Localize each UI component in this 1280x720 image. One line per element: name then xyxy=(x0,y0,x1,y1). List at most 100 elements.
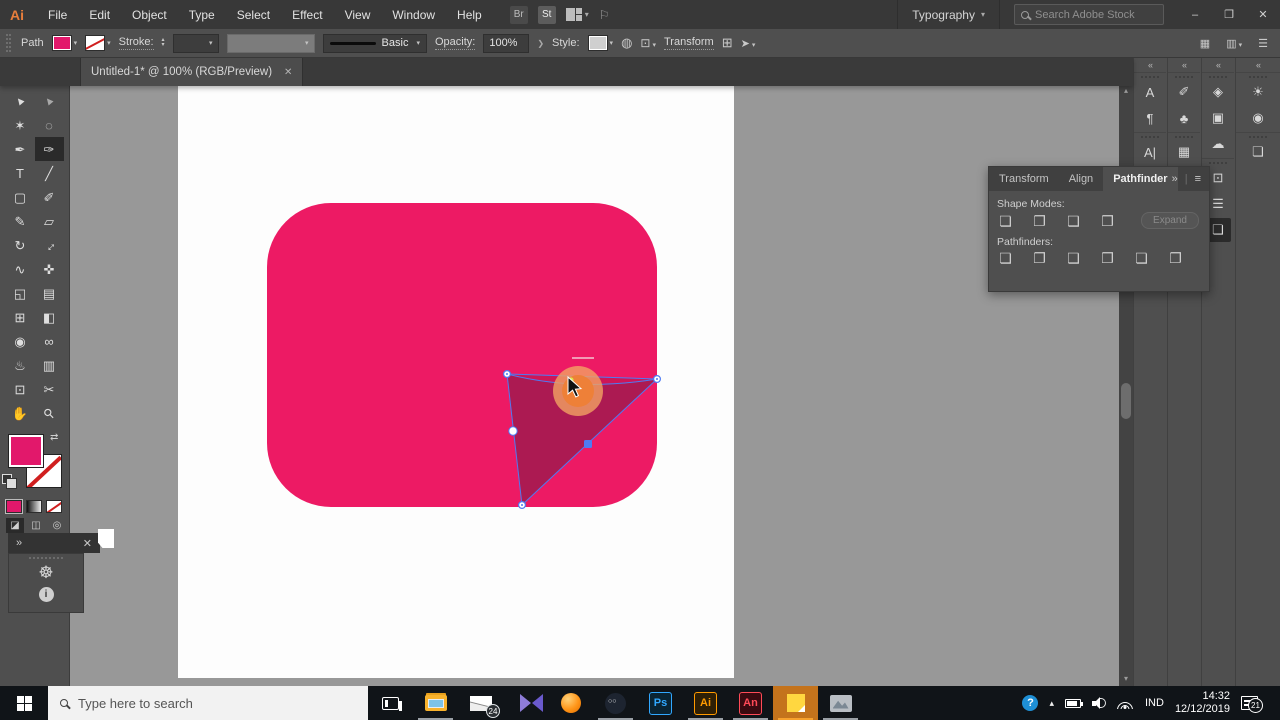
help-icon[interactable]: ? xyxy=(1022,695,1039,711)
perspective-grid-tool[interactable]: ▤ xyxy=(35,281,64,305)
select-similar-icon[interactable]: ➤ ▾ xyxy=(741,37,756,50)
orange-ball-app-icon[interactable] xyxy=(548,686,593,720)
symbol-sprayer-tool[interactable]: ♨ xyxy=(6,353,35,377)
hand-tool[interactable]: ✋ xyxy=(6,401,35,425)
properties-icon[interactable]: ▥ ▾ xyxy=(1226,37,1242,50)
curvature-tool[interactable]: ✑ xyxy=(34,137,64,161)
none-button[interactable] xyxy=(46,500,62,513)
eraser-tool[interactable]: ▱ xyxy=(35,209,64,233)
battery-icon[interactable] xyxy=(1064,698,1084,708)
intersect-button[interactable]: ❑ xyxy=(1065,213,1082,229)
taskbar-search[interactable] xyxy=(48,686,368,720)
tab-align[interactable]: Align xyxy=(1059,167,1103,191)
close-tab-icon[interactable]: ✕ xyxy=(284,67,292,78)
stroke-label[interactable]: Stroke: xyxy=(118,36,154,50)
taskbar-search-input[interactable] xyxy=(78,695,318,711)
photoshop-icon[interactable]: Ps xyxy=(638,686,683,720)
exclude-button[interactable]: ❒ xyxy=(1099,213,1116,229)
graph-tool[interactable]: ▥ xyxy=(35,353,64,377)
artboard-tool[interactable]: ⊡ xyxy=(6,377,35,401)
stroke-weight-stepper[interactable]: ▴ ▾ xyxy=(162,37,165,48)
trim-button[interactable]: ❐ xyxy=(1031,250,1048,266)
opacity-expand-icon[interactable]: ❯ xyxy=(537,39,544,48)
collapse-panel-icon[interactable]: » xyxy=(1172,173,1178,185)
sticky-notes-icon[interactable] xyxy=(773,686,818,720)
illustrator-icon[interactable]: Ai xyxy=(683,686,728,720)
arrange-documents-button[interactable]: ▾ xyxy=(565,8,589,21)
photo-viewer-icon[interactable] xyxy=(818,686,863,720)
bridge-icon[interactable]: Br xyxy=(509,5,528,24)
graphic-style-control[interactable]: ▾ xyxy=(587,35,613,51)
glyphs-icon[interactable]: ▦ xyxy=(1171,140,1197,164)
transform-link[interactable]: Transform xyxy=(663,36,714,50)
wheel-icon[interactable]: ☸ xyxy=(38,563,53,583)
character-styles-icon[interactable]: A xyxy=(1137,80,1163,104)
document-setup-icon[interactable]: ◍ xyxy=(621,35,632,51)
tab-pathfinder[interactable]: Pathfinder xyxy=(1103,167,1178,191)
draw-inside-button[interactable]: ◎ xyxy=(48,518,66,533)
appearance-icon[interactable]: ❏ xyxy=(1245,140,1271,164)
gradient-button[interactable] xyxy=(26,500,42,513)
kmplayer-icon[interactable] xyxy=(503,686,548,720)
mail-icon[interactable]: 24 xyxy=(458,686,503,720)
brush-definition[interactable]: Basic ▾ xyxy=(322,33,427,53)
adobe-stock-search-input[interactable] xyxy=(1035,8,1153,21)
type-tool[interactable]: T xyxy=(6,161,35,185)
brushes-icon[interactable]: ✐ xyxy=(1171,80,1197,104)
outline-button[interactable]: ❏ xyxy=(1133,250,1150,266)
speaker-icon[interactable] xyxy=(1091,697,1106,709)
asset-export-icon[interactable]: ▣ xyxy=(1205,106,1231,130)
stock-icon[interactable]: St xyxy=(537,5,556,24)
graphic-style-swatch[interactable] xyxy=(587,35,608,51)
canvas-area[interactable]: ▴ ▾ xyxy=(70,86,1133,686)
layers-icon[interactable]: ◈ xyxy=(1205,80,1231,104)
crop-button[interactable]: ❒ xyxy=(1099,250,1116,266)
opacity-label[interactable]: Opacity: xyxy=(434,36,476,50)
symbols-icon[interactable]: ♣ xyxy=(1171,106,1197,130)
animate-icon[interactable]: An xyxy=(728,686,773,720)
language-indicator[interactable]: IND xyxy=(1145,697,1164,709)
tray-chevron-icon[interactable]: ▴ xyxy=(1049,698,1054,709)
puppet-warp-tool[interactable]: ✜ xyxy=(35,257,64,281)
cc-libraries-icon[interactable]: ☁ xyxy=(1205,132,1231,156)
panel-menu-icon[interactable]: ≡ xyxy=(1195,173,1201,185)
workspace-switcher[interactable]: Typography ▾ xyxy=(897,0,1000,29)
paintbrush-tool[interactable]: ✐ xyxy=(35,185,64,209)
line-segment-tool[interactable]: ╱ xyxy=(35,161,64,185)
file-explorer-icon[interactable] xyxy=(413,686,458,720)
draw-normal-button[interactable]: ◪ xyxy=(6,518,24,533)
close-button[interactable]: ✕ xyxy=(1246,0,1280,29)
task-view-button[interactable] xyxy=(368,686,413,720)
collapse-dock-icon[interactable]: « xyxy=(1168,58,1200,72)
character-panel-icon[interactable]: A| xyxy=(1137,140,1163,164)
start-button[interactable] xyxy=(0,686,48,720)
adobe-stock-search[interactable] xyxy=(1014,4,1164,25)
rectangle-tool[interactable]: ▢ xyxy=(6,185,35,209)
magic-wand-tool[interactable]: ✶ xyxy=(6,113,35,137)
fill-color-box[interactable] xyxy=(8,434,44,468)
align-icon[interactable]: ⊞ xyxy=(722,35,733,51)
merge-button[interactable]: ❑ xyxy=(1065,250,1082,266)
zoom-tool[interactable]: ⚲ xyxy=(35,401,64,425)
rotate-tool[interactable]: ↻ xyxy=(6,233,35,257)
direct-selection-tool[interactable]: ▲ xyxy=(35,89,64,113)
info-icon[interactable]: i xyxy=(38,587,54,602)
notification-icon[interactable]: 21 xyxy=(1241,696,1263,713)
minus-back-button[interactable]: ❐ xyxy=(1167,250,1184,266)
width-tool[interactable]: ∿ xyxy=(6,257,35,281)
selection-tool[interactable]: ▲ xyxy=(6,89,35,113)
gradient-tool[interactable]: ◧ xyxy=(35,305,64,329)
stroke-swatch[interactable] xyxy=(85,35,106,51)
panels-icon[interactable]: ▦ xyxy=(1200,37,1210,50)
shaper-tool[interactable]: ✎ xyxy=(6,209,35,233)
paragraph-styles-icon[interactable]: ¶ xyxy=(1137,106,1163,130)
taskbar-clock[interactable]: 14:32 12/12/2019 xyxy=(1175,690,1230,716)
round-dark-app-icon[interactable] xyxy=(593,686,638,720)
restore-button[interactable]: ❐ xyxy=(1212,0,1246,29)
pen-tool[interactable]: ✒ xyxy=(6,137,35,161)
default-fill-stroke-icon[interactable] xyxy=(2,474,17,489)
mesh-tool[interactable]: ⊞ xyxy=(6,305,35,329)
wifi-icon[interactable] xyxy=(1117,697,1134,709)
document-tab[interactable]: Untitled-1* @ 100% (RGB/Preview) ✕ xyxy=(80,58,304,86)
share-icon[interactable]: ⚐ xyxy=(599,8,610,22)
